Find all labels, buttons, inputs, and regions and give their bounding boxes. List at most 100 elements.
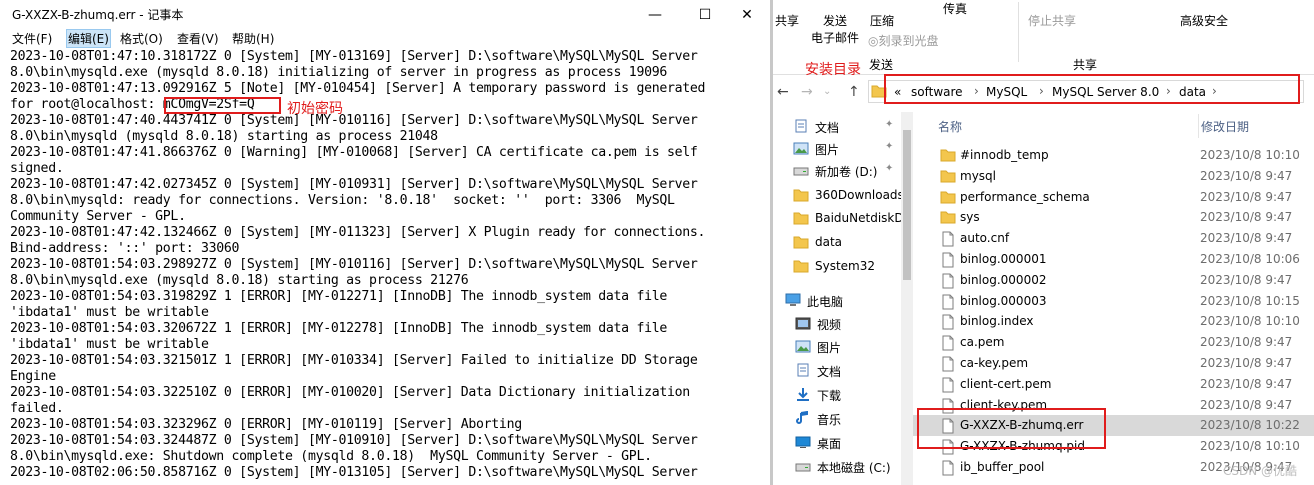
nav-item[interactable]: BaiduNetdiskD [773, 208, 903, 230]
navigation-pane: 文档 ✦ 图片 ✦ 新加卷 (D:) ✦ 360Downloads BaiduNetdiskD… [773, 110, 903, 485]
nav-item[interactable]: 本地磁盘 (C:) [773, 456, 903, 478]
nav-item-label: 本地磁盘 (C:) [817, 461, 891, 475]
menu-edit[interactable]: 编辑(E) [66, 29, 111, 48]
file-name: ib_buffer_pool [960, 460, 1045, 474]
nav-item[interactable]: 音乐 [773, 408, 903, 430]
nav-item-label: 视频 [817, 318, 842, 332]
folder-icon [940, 211, 956, 224]
desktop-icon [795, 436, 811, 448]
file-row[interactable]: auto.cnf 2023/10/8 9:47 [913, 228, 1314, 249]
nav-item[interactable]: 此电脑 [773, 290, 903, 312]
nav-item[interactable]: 文档 [773, 360, 903, 382]
log-line: failed. [10, 401, 64, 416]
file-row[interactable]: binlog.000002 2023/10/8 9:47 [913, 270, 1314, 291]
close-button[interactable]: ✕ [722, 0, 772, 29]
file-row[interactable]: binlog.000003 2023/10/8 10:15 [913, 291, 1314, 312]
ribbon-separator [1018, 2, 1019, 62]
log-line: Community Server - GPL. [10, 209, 186, 224]
nav-item[interactable]: 新加卷 (D:) ✦ [773, 160, 903, 182]
column-name-header[interactable]: 名称 [938, 118, 962, 135]
ribbon-advanced-security[interactable]: 高级安全 [1180, 12, 1228, 29]
menu-file[interactable]: 文件(F) [12, 30, 52, 47]
log-line: 2023-10-08T01:54:03.324487Z 0 [System] [… [10, 433, 698, 448]
file-row[interactable]: ca-key.pem 2023/10/8 9:47 [913, 353, 1314, 374]
ribbon-zip[interactable]: 压缩 [870, 12, 894, 29]
log-line: 2023-10-08T01:47:10.318172Z 0 [System] [… [10, 49, 698, 64]
ribbon-send[interactable]: 发送 [823, 12, 847, 29]
ribbon-stop-share[interactable]: 停止共享 [1028, 12, 1076, 29]
music-icon [796, 411, 808, 424]
column-separator[interactable] [1198, 114, 1199, 138]
folder-icon [793, 260, 809, 273]
log-line: 8.0\bin\mysqld: ready for connections. V… [10, 193, 675, 208]
file-name: binlog.index [960, 314, 1034, 329]
ribbon-burn[interactable]: ◎刻录到光盘 [868, 32, 939, 49]
folder-icon [793, 236, 809, 249]
file-name: performance_schema [960, 189, 1090, 204]
forward-icon[interactable]: → [801, 84, 813, 100]
log-line: 8.0\bin\mysqld.exe (mysqld 8.0.18) start… [10, 273, 469, 288]
file-row[interactable]: mysql 2023/10/8 9:47 [913, 166, 1314, 187]
pin-icon[interactable]: ✦ [885, 141, 893, 152]
nav-scrollbar-thumb[interactable] [903, 130, 911, 280]
file-row[interactable]: binlog.000001 2023/10/8 10:06 [913, 249, 1314, 270]
computer-icon [785, 293, 801, 306]
nav-item[interactable]: 图片 [773, 336, 903, 358]
explorer-window: 共享 发送 电子邮件 压缩 ◎刻录到光盘 传真 发送 停止共享 高级安全 共享 … [773, 0, 1314, 485]
ribbon-fax[interactable]: 传真 [943, 0, 967, 17]
menu-help[interactable]: 帮助(H) [232, 30, 274, 47]
file-date: 2023/10/8 9:47 [1200, 231, 1293, 246]
notepad-text-area[interactable]: 2023-10-08T01:47:10.318172Z 0 [System] [… [10, 49, 768, 485]
file-row[interactable]: sys 2023/10/8 9:47 [913, 207, 1314, 228]
log-line: Bind-address: '::' port: 33060 [10, 241, 240, 256]
pin-icon[interactable]: ✦ [885, 163, 893, 174]
ribbon-send-partial[interactable]: 发送 [869, 56, 893, 73]
nav-item[interactable]: data [773, 232, 903, 254]
nav-item[interactable]: 桌面 [773, 432, 903, 454]
nav-item-label: 此电脑 [807, 295, 844, 309]
up-icon[interactable]: ↑ [848, 84, 860, 100]
picture-icon [795, 340, 811, 353]
log-line: 2023-10-08T01:54:03.298927Z 0 [System] [… [10, 257, 698, 272]
folder-icon [940, 170, 956, 183]
nav-scrollbar[interactable] [901, 112, 913, 485]
file-icon [942, 356, 954, 372]
menu-view[interactable]: 查看(V) [177, 30, 219, 47]
ribbon-email[interactable]: 电子邮件 [811, 29, 859, 46]
file-name: auto.cnf [960, 231, 1010, 246]
file-row[interactable]: client-cert.pem 2023/10/8 9:47 [913, 374, 1314, 395]
file-name: #innodb_temp [960, 148, 1049, 162]
nav-item[interactable]: 视频 [773, 313, 903, 335]
log-line: 2023-10-08T01:54:03.320672Z 1 [ERROR] [M… [10, 321, 668, 336]
file-row[interactable]: ca.pem 2023/10/8 9:47 [913, 332, 1314, 353]
ribbon-share[interactable]: 共享 [775, 12, 799, 29]
nav-item-label: 音乐 [817, 413, 842, 427]
nav-item[interactable]: 下载 [773, 384, 903, 406]
drive-icon [793, 167, 809, 176]
nav-item-label: data [815, 235, 843, 249]
log-line: 'ibdata1' must be writable [10, 337, 209, 352]
file-row[interactable]: binlog.index 2023/10/8 10:10 [913, 311, 1314, 332]
file-date: 2023/10/8 9:47 [1200, 397, 1293, 412]
file-row[interactable]: #innodb_temp 2023/10/8 10:10 [913, 145, 1314, 166]
pin-icon[interactable]: ✦ [885, 119, 893, 130]
notepad-titlebar[interactable]: G-XXZX-B-zhumq.err - 记事本 — ☐ ✕ [0, 0, 770, 29]
chevron-down-icon[interactable]: ⌄ [823, 86, 831, 97]
nav-item[interactable]: System32 [773, 256, 903, 278]
file-date: 2023/10/8 9:47 [1200, 335, 1293, 350]
nav-item[interactable]: 文档 ✦ [773, 116, 903, 138]
nav-item-label: 图片 [817, 341, 842, 355]
nav-item[interactable]: 360Downloads [773, 185, 903, 207]
nav-item[interactable]: 图片 ✦ [773, 138, 903, 160]
column-date-header[interactable]: 修改日期 [1201, 118, 1249, 135]
back-icon[interactable]: ← [777, 84, 789, 100]
nav-item-label: 360Downloads [815, 188, 903, 202]
file-name: mysql [960, 168, 996, 183]
minimize-button[interactable]: — [630, 0, 680, 29]
log-line: Engine [10, 369, 56, 384]
log-line: 2023-10-08T01:47:40.443741Z 0 [System] [… [10, 113, 698, 128]
notepad-window: G-XXZX-B-zhumq.err - 记事本 — ☐ ✕ 文件(F) 编辑(… [0, 0, 770, 485]
file-name: sys [960, 210, 980, 225]
menu-format[interactable]: 格式(O) [120, 30, 163, 47]
file-row[interactable]: performance_schema 2023/10/8 9:47 [913, 187, 1314, 208]
